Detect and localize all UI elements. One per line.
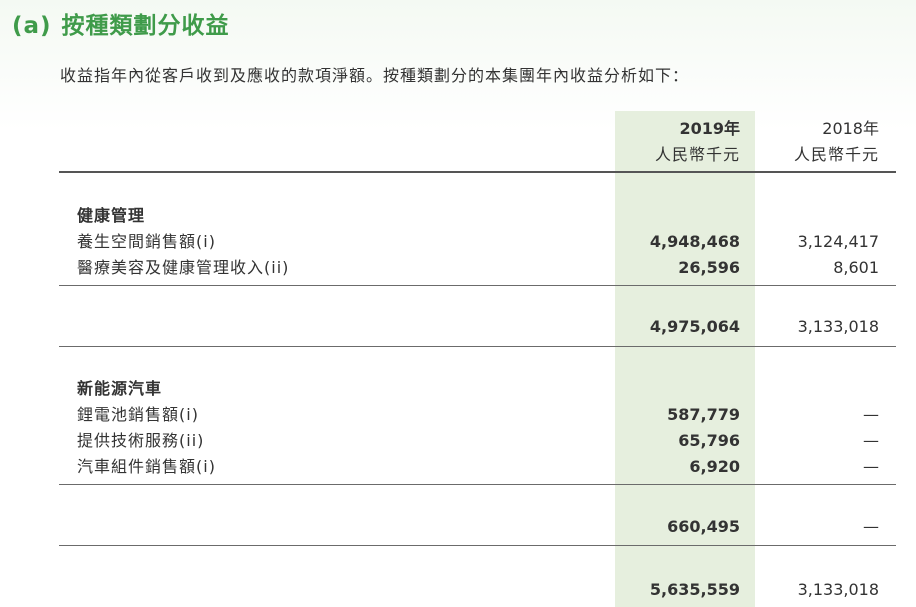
subtotal-row: 660,495 — [0, 514, 916, 540]
value-2019: 4,948,468 [649, 232, 740, 251]
subtotal-row: 4,975,064 3,133,018 [0, 314, 916, 340]
value-2019: 587,779 [667, 405, 740, 424]
section-title-row: 新能源汽車 [0, 376, 916, 402]
row-label: 提供技術服務(ii) [77, 431, 205, 450]
section-label: (a) [12, 13, 52, 39]
row-label: 養生空間銷售額(i) [77, 232, 216, 251]
value-2019: 65,796 [678, 431, 740, 450]
section-heading: (a) 按種類劃分收益 [12, 6, 230, 40]
value-2019: 6,920 [689, 457, 740, 476]
section-title-health: 健康管理 [77, 206, 146, 225]
value-2018: 8,601 [833, 258, 879, 277]
row-label: 醫療美容及健康管理收入(ii) [77, 258, 290, 277]
column-header-2019: 2019年 人民幣千元 [615, 116, 740, 168]
table-row: 提供技術服務(ii) 65,796 — [0, 428, 916, 454]
value-2018: 3,124,417 [797, 232, 879, 251]
section-title: 按種類劃分收益 [61, 13, 230, 39]
total-2019: 5,635,559 [649, 580, 740, 599]
value-2018: — [863, 405, 879, 424]
section-title-nev: 新能源汽車 [77, 379, 163, 398]
total-row: 5,635,559 3,133,018 [0, 577, 916, 603]
subtotal-rule [59, 285, 896, 286]
subtotal-2019: 4,975,064 [649, 317, 740, 336]
intro-paragraph: 收益指年內從客戶收到及應收的款項淨額。按種類劃分的本集團年內收益分析如下： [60, 66, 690, 85]
value-2019: 26,596 [678, 258, 740, 277]
section-end-rule [59, 346, 896, 347]
row-label: 鋰電池銷售額(i) [77, 405, 199, 424]
total-2018: 3,133,018 [797, 580, 879, 599]
subtotal-2018: 3,133,018 [797, 317, 879, 336]
column-year-2019: 2019年 [679, 119, 740, 138]
column-unit-2018: 人民幣千元 [793, 145, 879, 164]
section-title-row: 健康管理 [0, 203, 916, 229]
table-row: 醫療美容及健康管理收入(ii) 26,596 8,601 [0, 255, 916, 281]
subtotal-rule [59, 484, 896, 485]
table-row: 汽車組件銷售額(i) 6,920 — [0, 454, 916, 480]
value-2018: — [863, 457, 879, 476]
table-row: 養生空間銷售額(i) 4,948,468 3,124,417 [0, 229, 916, 255]
column-unit-2019: 人民幣千元 [654, 145, 740, 164]
table-row: 鋰電池銷售額(i) 587,779 — [0, 402, 916, 428]
row-label: 汽車組件銷售額(i) [77, 457, 216, 476]
subtotal-2018: — [863, 517, 879, 536]
column-year-2018: 2018年 [822, 119, 879, 138]
section-end-rule [59, 545, 896, 546]
column-header-2018: 2018年 人民幣千元 [755, 116, 879, 168]
value-2018: — [863, 431, 879, 450]
subtotal-2019: 660,495 [667, 517, 740, 536]
header-rule [59, 171, 896, 173]
